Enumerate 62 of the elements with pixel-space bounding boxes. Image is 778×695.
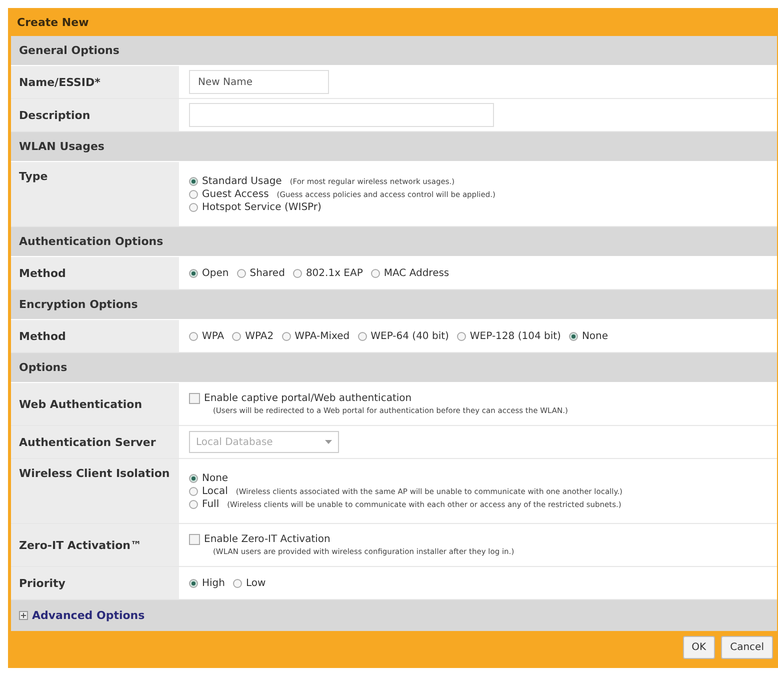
- radio-label: Full: [202, 498, 220, 510]
- field-label: Zero-IT Activation™: [11, 524, 179, 566]
- section-header: Options: [11, 353, 777, 383]
- radio-label: None: [582, 330, 608, 342]
- advanced-options-link[interactable]: Advanced Options: [32, 609, 145, 622]
- radio-label: WEP-64 (40 bit): [370, 330, 449, 342]
- checkbox[interactable]: [189, 534, 200, 545]
- radio-label: High: [202, 578, 225, 588]
- radio-button[interactable]: [232, 578, 242, 588]
- section-header: WLAN Usages: [11, 132, 777, 162]
- ok-button[interactable]: OK: [682, 636, 716, 659]
- radio-label: MAC Address: [384, 268, 450, 278]
- radio-label: Low: [246, 578, 266, 588]
- checkbox-label: Enable Zero-IT Activation: [204, 534, 330, 545]
- field-label: Method: [11, 257, 179, 289]
- radio-label: WPA-Mixed: [294, 330, 350, 342]
- cancel-button[interactable]: Cancel: [721, 636, 773, 659]
- radio-button[interactable]: [189, 332, 198, 340]
- radio-label: Local: [202, 486, 228, 496]
- radio-label: Standard Usage: [202, 176, 282, 186]
- radio-button[interactable]: [189, 176, 198, 186]
- field-label: Description: [11, 99, 179, 131]
- radio-button[interactable]: [370, 268, 380, 278]
- text-field[interactable]: New Name: [189, 70, 329, 94]
- radio-label: Hotspot Service (WISPr): [202, 202, 322, 212]
- field-label: Wireless Client Isolation: [11, 459, 179, 523]
- radio-button[interactable]: [189, 268, 198, 278]
- radio-button[interactable]: [292, 268, 302, 278]
- caret-icon: [325, 440, 332, 444]
- radio-button[interactable]: [189, 474, 198, 482]
- field-label: Method: [11, 320, 179, 352]
- radio-button[interactable]: [189, 202, 198, 212]
- expand-icon[interactable]: [19, 611, 28, 620]
- radio-button[interactable]: [456, 332, 466, 340]
- section-header: Authentication Options: [11, 227, 777, 257]
- radio-button[interactable]: [189, 190, 198, 198]
- radio-button[interactable]: [568, 332, 578, 340]
- radio-label: None: [202, 472, 228, 484]
- field-label: Authentication Server: [11, 426, 179, 458]
- section-header: General Options: [11, 36, 777, 66]
- section-header: Encryption Options: [11, 290, 777, 320]
- radio-button[interactable]: [232, 332, 242, 340]
- text-field[interactable]: [189, 103, 494, 127]
- field-label: Web Authentication: [11, 383, 179, 425]
- field-label: Type: [11, 162, 179, 226]
- radio-label: Open: [202, 268, 229, 278]
- radio-label: WEP-128 (104 bit): [470, 330, 561, 342]
- field-label: Priority: [11, 567, 179, 599]
- radio-button[interactable]: [236, 268, 246, 278]
- radio-label: 802.1x EAP: [306, 268, 363, 278]
- radio-label: Shared: [250, 268, 285, 278]
- radio-button[interactable]: [189, 500, 198, 508]
- radio-label: WPA2: [245, 330, 274, 342]
- radio-label: Guest Access: [202, 188, 269, 200]
- checkbox[interactable]: [189, 393, 200, 404]
- radio-button[interactable]: [189, 486, 198, 496]
- radio-button[interactable]: [358, 332, 367, 340]
- radio-button[interactable]: [282, 332, 291, 340]
- checkbox-label: Enable captive portal/Web authentication: [204, 393, 412, 404]
- radio-label: WPA: [202, 330, 224, 342]
- radio-button[interactable]: [189, 578, 198, 588]
- field-label: Name/ESSID*: [11, 66, 179, 98]
